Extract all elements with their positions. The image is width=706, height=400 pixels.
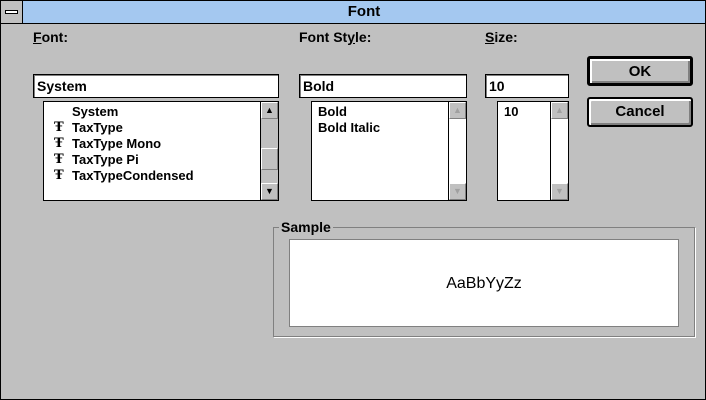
system-menu-button[interactable] [1,1,23,23]
font-style-input[interactable]: Bold [299,74,467,98]
cancel-button[interactable]: Cancel [587,97,693,127]
sample-preview: AaBbYyZz [289,239,679,327]
system-menu-icon [5,10,18,14]
font-style-scrollbar[interactable]: ▲ ▼ [448,102,466,200]
style-list-item[interactable]: Bold [318,104,347,120]
font-list-scrollbar[interactable]: ▲ ▼ [260,102,278,200]
font-list-item[interactable]: TaxType Mono [72,136,161,152]
font-style-list[interactable]: Bold Bold Italic ▲ ▼ [311,101,467,201]
font-dialog: Font Font: System System Ŧ TaxType Ŧ Tax… [0,0,706,400]
font-list-item[interactable]: TaxType [72,120,123,136]
font-size-input[interactable]: 10 [485,74,569,98]
font-list[interactable]: System Ŧ TaxType Ŧ TaxType Mono Ŧ TaxTyp… [43,101,279,201]
scroll-up-arrow-icon[interactable]: ▲ [261,102,278,119]
font-size-scrollbar[interactable]: ▲ ▼ [550,102,568,200]
truetype-icon: Ŧ [54,168,64,183]
scroll-down-arrow-icon[interactable]: ▼ [261,183,278,200]
font-size-list[interactable]: 10 ▲ ▼ [497,101,569,201]
title-bar[interactable]: Font [1,1,705,24]
font-style-label: Font Style: [299,29,372,45]
ok-button[interactable]: OK [587,56,693,86]
size-list-item[interactable]: 10 [504,104,518,120]
truetype-icon: Ŧ [54,136,64,151]
dialog-title: Font [347,3,381,20]
style-list-item[interactable]: Bold Italic [318,120,380,136]
font-list-item[interactable]: TaxType Pi [72,152,139,168]
scroll-up-arrow-icon[interactable]: ▲ [449,102,466,119]
scroll-up-arrow-icon[interactable]: ▲ [551,102,568,119]
font-name-input[interactable]: System [33,74,279,98]
font-list-item[interactable]: TaxTypeCondensed [72,168,194,184]
font-list-item[interactable]: System [72,104,118,120]
scroll-down-arrow-icon[interactable]: ▼ [449,183,466,200]
sample-legend: Sample [279,219,333,235]
scroll-thumb[interactable] [261,148,278,170]
truetype-icon: Ŧ [54,152,64,167]
scroll-down-arrow-icon[interactable]: ▼ [551,183,568,200]
truetype-icon: Ŧ [54,120,64,135]
font-label: Font: [33,29,68,45]
size-label: Size: [485,29,518,45]
